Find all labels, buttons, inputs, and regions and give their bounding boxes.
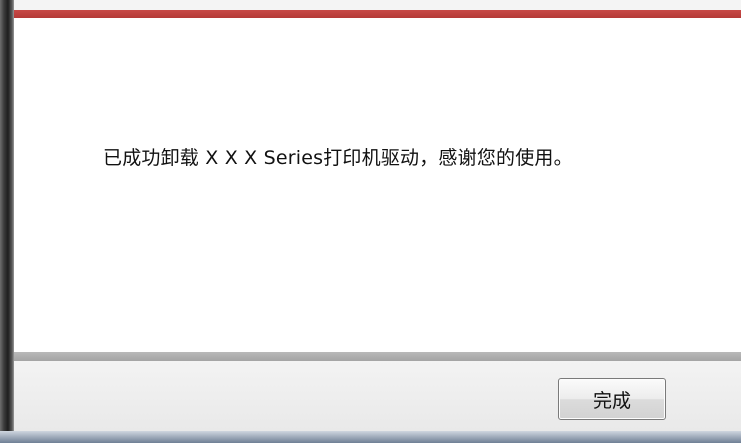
accent-bar xyxy=(14,10,741,18)
uninstall-complete-dialog: 已成功卸载 X X X Series打印机驱动，感谢您的使用。 完成 xyxy=(0,0,741,443)
completion-message: 已成功卸载 X X X Series打印机驱动，感谢您的使用。 xyxy=(103,147,573,169)
footer-separator xyxy=(14,352,741,361)
dialog-top-strip xyxy=(14,0,741,10)
dialog-content xyxy=(14,18,741,352)
window-left-frame xyxy=(0,0,14,443)
taskbar-edge xyxy=(0,431,741,443)
finish-button[interactable]: 完成 xyxy=(558,378,666,420)
